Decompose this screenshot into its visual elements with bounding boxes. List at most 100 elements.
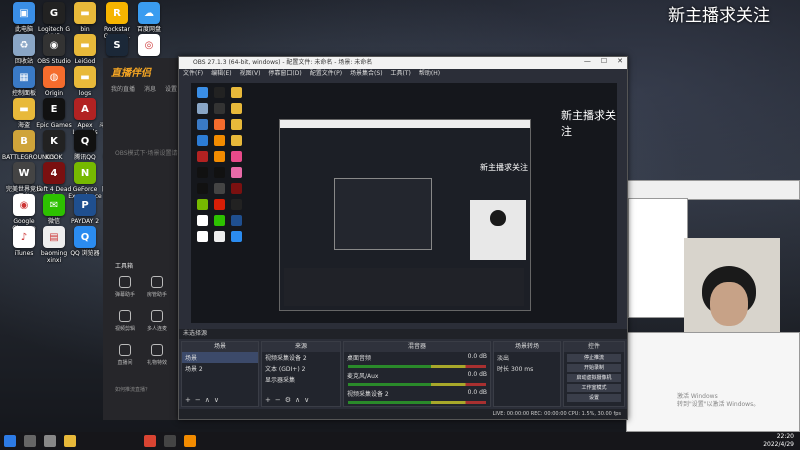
stop-streaming-button[interactable]: 停止推流 <box>567 354 621 362</box>
itunes-icon: ♪ <box>13 226 35 248</box>
douyu-tool[interactable]: 房管助手 <box>137 276 177 306</box>
tool-icon <box>151 310 163 322</box>
scenes-dock: 场景 场景 场景 2 +−∧∨ <box>181 341 259 407</box>
scene-item[interactable]: 场景 2 <box>182 363 258 374</box>
menu-scene-collection[interactable]: 场景集合(S) <box>350 69 383 79</box>
maximize-icon[interactable]: ☐ <box>601 57 607 65</box>
source-item[interactable]: 文本 (GDI+) 2 <box>262 363 340 374</box>
control-panel-icon: ▦ <box>13 66 35 88</box>
transition-duration[interactable]: 时长 300 ms <box>494 363 560 374</box>
douyu-help-link[interactable]: 如何推流直播？ <box>115 386 150 393</box>
captured-desktop-icons <box>197 87 242 242</box>
wechat-icon: ✉ <box>43 194 65 216</box>
folder-icon: ▬ <box>74 34 96 56</box>
close-icon[interactable]: ✕ <box>617 57 623 65</box>
obs-window: OBS 27.1.3 (64-bit, windows) - 配置文件: 未命名… <box>178 56 628 420</box>
file-explorer-icon[interactable] <box>64 435 76 447</box>
nested-docks <box>284 268 524 306</box>
transition-select[interactable]: 淡出 <box>494 352 560 363</box>
douyu-nav-item[interactable]: 设置 <box>165 84 177 93</box>
tool-icon <box>151 344 163 356</box>
menu-view[interactable]: 视图(V) <box>240 69 261 79</box>
menu-edit[interactable]: 编辑(E) <box>211 69 231 79</box>
menu-file[interactable]: 文件(F) <box>183 69 203 79</box>
chat-window <box>628 198 688 318</box>
douyu-nav: 我的直播 消息 设置 <box>111 84 177 93</box>
payday-icon: P <box>74 194 96 216</box>
chrome-icon: ◉ <box>13 194 35 216</box>
document-icon: ▤ <box>43 226 65 248</box>
douyu-icon[interactable] <box>184 435 196 447</box>
tool-icon <box>151 276 163 288</box>
virtual-camera-button[interactable]: 启动虚拟摄像机 <box>567 374 621 382</box>
obs-preview-canvas[interactable]: 新主播求关注 新主播求关注 <box>191 83 617 323</box>
person-hair <box>490 210 506 226</box>
minimize-icon[interactable]: — <box>584 57 591 65</box>
mixer-meter[interactable] <box>348 383 486 386</box>
nested-overlay-title: 新主播求关注 <box>561 109 616 138</box>
obs-icon[interactable] <box>164 435 176 447</box>
douyu-tool[interactable]: 多人连麦 <box>137 310 177 340</box>
obs-status-bar: LIVE: 00:00:00 REC: 00:00:00 CPU: 1.5%, … <box>179 409 627 419</box>
douyu-logo: 直播伴侣 <box>111 68 151 79</box>
steam-icon: S <box>106 34 128 56</box>
apex-icon: A <box>74 98 96 120</box>
audio-mixer-dock: 混音器 桌面音频 0.0 dB 麦克风/Aux 0.0 dB 视频采集设备 2 … <box>343 341 491 407</box>
douyu-nav-item[interactable]: 消息 <box>144 84 156 93</box>
douyu-nav-item[interactable]: 我的直播 <box>111 84 135 93</box>
desktop-shortcut-label: 百度网盘 <box>136 26 161 33</box>
pubg-icon: B <box>13 130 35 152</box>
mixer-meter[interactable] <box>348 365 486 368</box>
app-icon: ◎ <box>138 34 160 56</box>
taskbar: 22:20 2022/4/29 <box>0 432 800 450</box>
douyu-toolbox-title: 工具箱 <box>115 263 134 270</box>
folder-icon: ▬ <box>13 98 35 120</box>
menu-help[interactable]: 帮助(H) <box>419 69 440 79</box>
chat-window-header <box>626 180 800 200</box>
tool-icon <box>119 276 131 288</box>
sources-dock: 来源 视频采集设备 2 文本 (GDI+) 2 显示器采集 +−⚙∧∨ <box>261 341 341 407</box>
qq-icon: Q <box>74 130 96 152</box>
studio-mode-button[interactable]: 工作室模式 <box>567 384 621 392</box>
stream-overlay-title: 新主播求关注 <box>668 6 770 26</box>
windows-activation-watermark: 激活 Windows 转到"设置"以激活 Windows。 <box>677 393 760 408</box>
controls-dock: 控件 停止推流 开始录制 启动虚拟摄像机 工作室模式 设置 <box>563 341 625 407</box>
transitions-dock: 场景转场 淡出 时长 300 ms <box>493 341 561 407</box>
start-recording-button[interactable]: 开始录制 <box>567 364 621 372</box>
epic-icon: E <box>43 98 65 120</box>
kook-icon: K <box>43 130 65 152</box>
scene-dock-toolbar[interactable]: +−∧∨ <box>185 396 223 404</box>
settings-button[interactable]: 设置 <box>567 394 621 402</box>
logitech-icon: G <box>43 2 65 24</box>
menu-docks[interactable]: 停靠窗口(D) <box>268 69 301 79</box>
computer-icon: ▣ <box>13 2 35 24</box>
douyu-tool[interactable]: 礼物特效 <box>137 344 177 374</box>
taskbar-clock[interactable]: 22:20 2022/4/29 <box>763 433 794 449</box>
chat-list-window: 激活 Windows 转到"设置"以激活 Windows。 <box>626 332 800 432</box>
person-face <box>710 282 748 326</box>
chrome-icon[interactable] <box>144 435 156 447</box>
nested-titlebar <box>280 120 530 128</box>
search-icon[interactable] <box>24 435 36 447</box>
source-item[interactable]: 显示器采集 <box>262 374 340 385</box>
menu-profile[interactable]: 配置文件(P) <box>310 69 342 79</box>
source-item[interactable]: 视频采集设备 2 <box>262 352 340 363</box>
mixer-meter[interactable] <box>348 401 486 404</box>
tool-icon <box>119 344 131 356</box>
mixer-channel-label: 视频采集设备 2 0.0 dB <box>347 389 487 398</box>
menu-tools[interactable]: 工具(T) <box>391 69 411 79</box>
folder-icon: ▬ <box>74 2 96 24</box>
obs-icon: ◉ <box>43 34 65 56</box>
rockstar-icon: R <box>106 2 128 24</box>
window-controls: — ☐ ✕ <box>584 57 623 65</box>
nested-webcam <box>470 200 526 260</box>
folder-icon: ▬ <box>74 66 96 88</box>
task-view-icon[interactable] <box>44 435 56 447</box>
nested-obs-capture: 新主播求关注 <box>279 119 531 311</box>
obs-menubar: 文件(F) 编辑(E) 视图(V) 停靠窗口(D) 配置文件(P) 场景集合(S… <box>179 69 627 79</box>
start-icon[interactable] <box>4 435 16 447</box>
source-dock-toolbar[interactable]: +−⚙∧∨ <box>265 396 313 404</box>
scene-item[interactable]: 场景 <box>182 352 258 363</box>
webcam-preview-large <box>684 238 780 332</box>
tool-icon <box>119 310 131 322</box>
